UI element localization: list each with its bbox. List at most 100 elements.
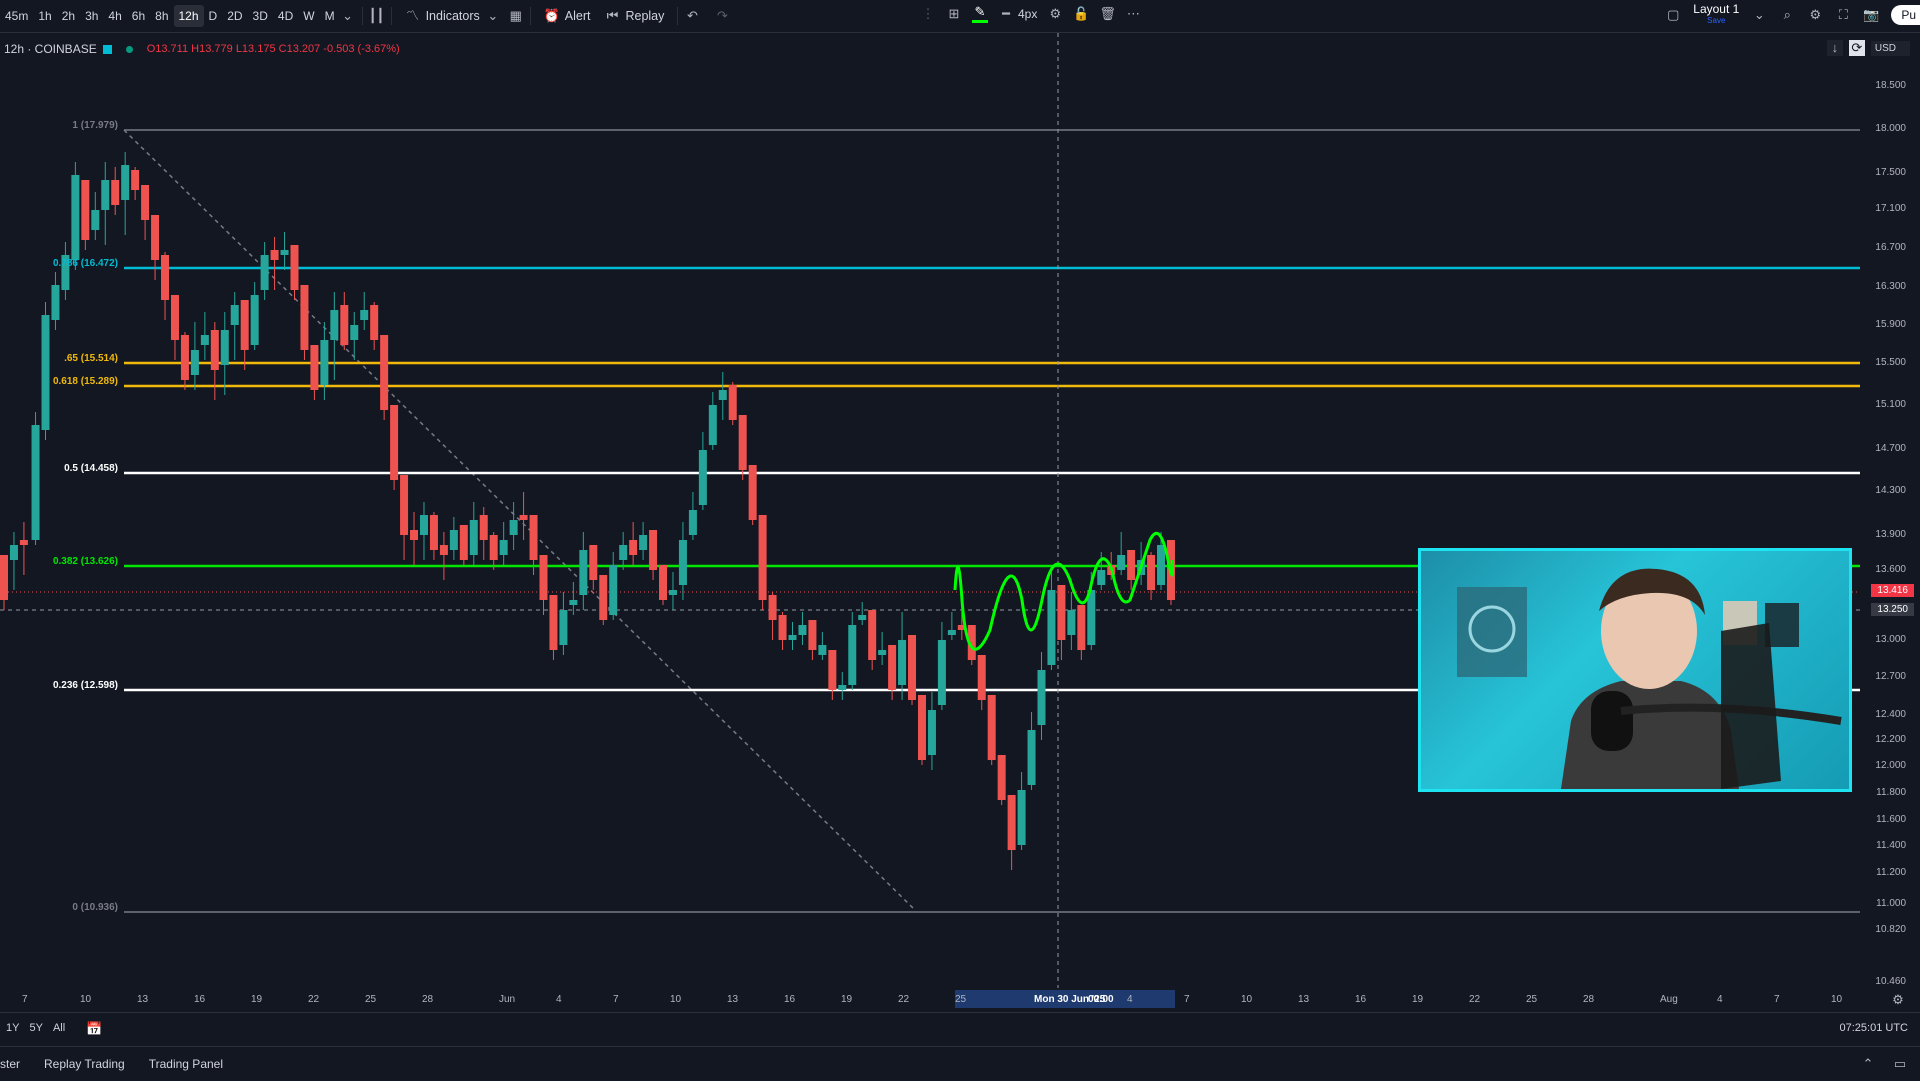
timeframe-2h[interactable]: 2h: [57, 5, 80, 27]
symbol-label[interactable]: 12h · COINBASE: [4, 42, 97, 56]
range-5y[interactable]: 5Y: [29, 1022, 42, 1034]
candle-body: [200, 335, 209, 345]
chevron-down-icon[interactable]: ⌄: [1751, 7, 1767, 23]
trash-icon[interactable]: 🗑: [1099, 6, 1116, 22]
more-icon[interactable]: ⋯: [1125, 6, 1141, 22]
candle-body: [290, 245, 299, 290]
utc-clock[interactable]: 07:25:01 UTC: [1840, 1022, 1908, 1034]
chevron-up-icon[interactable]: ⌃: [1860, 1056, 1876, 1072]
timeframe-D[interactable]: D: [204, 5, 223, 27]
timeframe-4D[interactable]: 4D: [273, 5, 298, 27]
candle-body: [649, 530, 658, 570]
time-tick: Aug: [1660, 994, 1678, 1005]
price-tick: 11.200: [1876, 867, 1906, 878]
timeframe-45m[interactable]: 45m: [0, 5, 33, 27]
last-price-tag: 13.416: [1871, 584, 1914, 597]
refresh-icon[interactable]: ⟳: [1848, 40, 1865, 56]
candle-body: [9, 545, 18, 560]
candle-body: [131, 170, 140, 190]
gear-icon[interactable]: ⚙: [1807, 7, 1823, 23]
candle-body: [977, 655, 986, 700]
time-tick: 28: [422, 994, 434, 1005]
object-tree-icon[interactable]: ⊞: [946, 6, 962, 22]
layout-square-icon[interactable]: ▢: [1665, 7, 1681, 23]
footer-tab[interactable]: Replay Trading: [44, 1057, 125, 1071]
candles-icon[interactable]: ┃┃: [369, 8, 385, 24]
layout-button[interactable]: Layout 1 Save: [1693, 2, 1740, 26]
alert-button[interactable]: ⏰ Alert: [537, 4, 598, 28]
candle-body: [529, 515, 538, 560]
chevron-down-icon[interactable]: ⌄: [340, 8, 356, 24]
indicators-icon: 〽: [406, 8, 420, 23]
maximize-icon[interactable]: ▭: [1892, 1056, 1908, 1072]
layout-label: Layout 1: [1693, 2, 1740, 16]
stroke-width-label[interactable]: 4px: [1018, 7, 1037, 21]
indicators-button[interactable]: 〽 Indicators ⌄: [398, 4, 508, 28]
candle-body: [240, 300, 249, 350]
timeframe-2D[interactable]: 2D: [222, 5, 247, 27]
timeframe-3D[interactable]: 3D: [248, 5, 273, 27]
candle-body: [479, 515, 488, 540]
time-tick: 10: [670, 994, 682, 1005]
footer-tab[interactable]: ster: [0, 1057, 20, 1071]
price-tick: 13.900: [1875, 529, 1906, 540]
undo-icon[interactable]: ↶: [684, 8, 700, 24]
price-tick: 16.700: [1875, 242, 1906, 253]
time-tick: 25: [955, 994, 967, 1005]
lock-icon[interactable]: 🔓: [1073, 6, 1089, 22]
timeframe-8h[interactable]: 8h: [150, 5, 173, 27]
open-value: O13.711: [146, 43, 189, 55]
timeframe-M[interactable]: M: [320, 5, 340, 27]
settings-icon[interactable]: ⚙: [1047, 6, 1063, 22]
timeframe-12h[interactable]: 12h: [173, 5, 204, 27]
candle-body: [19, 540, 28, 545]
timeframe-6h[interactable]: 6h: [127, 5, 150, 27]
candle-body: [400, 475, 409, 535]
price-tick: 17.100: [1875, 203, 1906, 214]
quick-search-icon[interactable]: ⌕: [1779, 7, 1795, 23]
axis-settings-icon[interactable]: ⚙: [1890, 992, 1906, 1008]
time-tick: 19: [251, 994, 263, 1005]
candle-body: [549, 595, 558, 650]
replay-button[interactable]: ⏮ Replay: [597, 4, 671, 28]
candle-body: [678, 540, 687, 585]
timeframe-1h[interactable]: 1h: [33, 5, 56, 27]
currency-select[interactable]: USD: [1870, 40, 1910, 56]
replay-label: Replay: [625, 9, 665, 23]
calendar-icon[interactable]: 📅: [86, 1021, 102, 1037]
candle-body: [888, 645, 897, 690]
chevron-down-icon: ⌄: [487, 8, 499, 23]
timeframe-3h[interactable]: 3h: [80, 5, 103, 27]
price-chart[interactable]: [0, 33, 1920, 988]
redo-icon[interactable]: ↷: [714, 8, 730, 24]
templates-icon[interactable]: ▦: [508, 8, 524, 24]
candle-body: [1037, 670, 1046, 725]
candle-body: [659, 565, 668, 600]
fullscreen-icon[interactable]: ⛶: [1835, 7, 1851, 23]
fib-label: 0.786 (16.472): [52, 258, 118, 269]
publish-button[interactable]: Pu: [1891, 5, 1920, 25]
flag-icon[interactable]: [102, 44, 112, 54]
candle-body: [858, 615, 867, 620]
line-style-icon[interactable]: ━: [998, 6, 1014, 22]
range-1y[interactable]: 1Y: [6, 1022, 19, 1034]
candle-body: [619, 545, 628, 560]
time-axis[interactable]: 7 10 13 16 19 22 25 28 Jun 4 7 10 13 16 19 22 25 Mon 30 J…: [0, 988, 1920, 1012]
candle-body: [330, 310, 339, 340]
candle-body: [300, 285, 309, 350]
range-all[interactable]: All: [53, 1022, 65, 1034]
camera-icon[interactable]: 📷: [1863, 7, 1879, 23]
candle-body: [170, 295, 179, 340]
time-tick: 7: [613, 994, 619, 1005]
candle-body: [698, 450, 707, 505]
timeframe-4h[interactable]: 4h: [103, 5, 126, 27]
footer-tab-list: ster Replay Trading Trading Panel: [0, 1057, 223, 1071]
pencil-icon[interactable]: ✎: [972, 4, 988, 23]
timeframe-W[interactable]: W: [298, 5, 319, 27]
arrow-down-icon[interactable]: ↓: [1826, 40, 1843, 56]
candle-body: [917, 695, 926, 760]
candle-body: [708, 405, 717, 445]
footer-tab[interactable]: Trading Panel: [149, 1057, 223, 1071]
drag-handle-icon[interactable]: ⋮: [920, 6, 936, 22]
fib-label: 0.382 (13.626): [52, 556, 118, 567]
